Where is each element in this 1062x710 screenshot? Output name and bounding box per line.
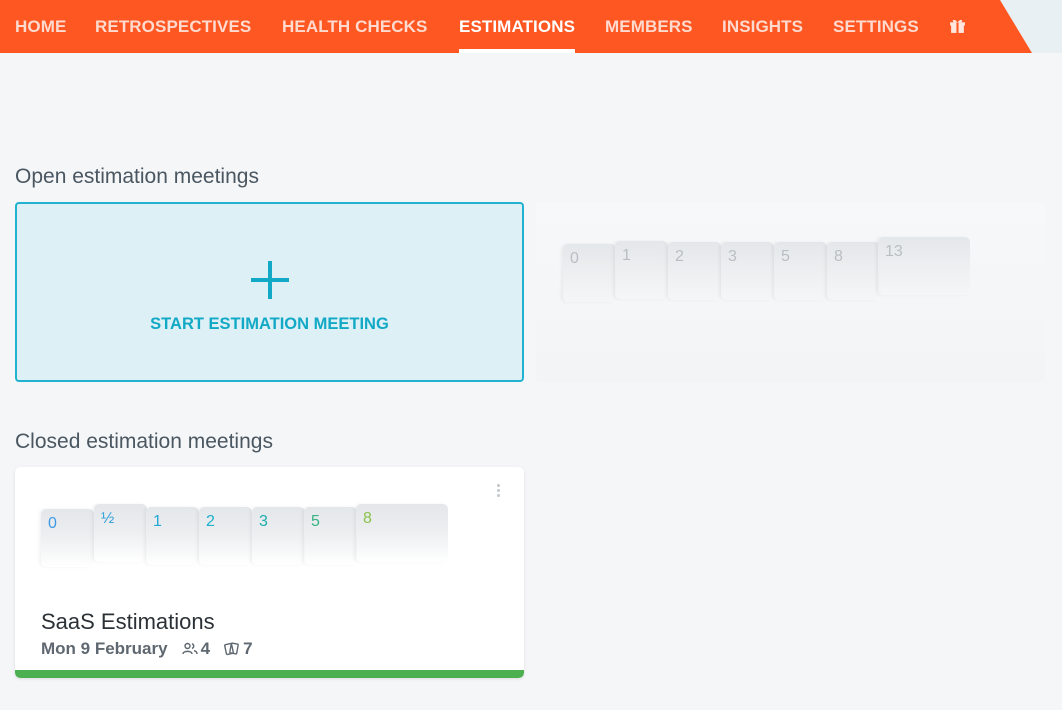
card-value: 5 (781, 248, 790, 265)
deck-card: 8 (827, 242, 880, 300)
card-value: 8 (834, 248, 843, 265)
placeholder-meeting-card: 0 1 2 3 5 8 13 (536, 202, 1045, 382)
deck-card: 2 (668, 242, 721, 300)
card-value: 13 (885, 243, 903, 260)
nav-health-checks[interactable]: HEALTH CHECKS (282, 0, 428, 53)
start-estimation-card[interactable]: START ESTIMATION MEETING (15, 202, 524, 382)
deck-card: 5 (774, 242, 827, 300)
card-value: 1 (153, 513, 162, 530)
deck-card: 2 (199, 507, 252, 565)
deck-card: 0 (41, 509, 94, 567)
participants-count-group: 4 (181, 639, 211, 659)
card-value: 2 (675, 248, 684, 265)
deck-card: 3 (721, 242, 774, 300)
card-value: 1 (622, 247, 631, 264)
meeting-date: Mon 9 February (41, 639, 168, 658)
plus-icon (251, 261, 289, 299)
main-nav: HOME RETROSPECTIVES HEALTH CHECKS ESTIMA… (0, 0, 1032, 53)
card-value: ½ (101, 510, 115, 527)
closed-meetings-heading: Closed estimation meetings (15, 430, 273, 453)
nav-members[interactable]: MEMBERS (605, 0, 693, 53)
deck-card: 13 (878, 237, 970, 295)
cards-icon (224, 642, 239, 656)
deck-card: 8 (356, 504, 448, 562)
nav-settings[interactable]: SETTINGS (833, 0, 919, 53)
cards-count-group: 7 (224, 639, 253, 659)
meeting-progress-bar (15, 670, 524, 678)
nav-retrospectives[interactable]: RETROSPECTIVES (95, 0, 251, 53)
deck-card: 1 (615, 241, 668, 299)
participants-icon (181, 642, 198, 655)
card-value: 0 (48, 515, 57, 532)
card-value: 0 (570, 250, 579, 267)
deck-card: 1 (146, 507, 199, 565)
nav-estimations[interactable]: ESTIMATIONS (459, 0, 576, 53)
gift-icon[interactable] (949, 17, 966, 34)
participants-count: 4 (200, 639, 211, 658)
open-meetings-heading: Open estimation meetings (15, 165, 259, 188)
nav-insights[interactable]: INSIGHTS (722, 0, 803, 53)
deck-card: 0 (563, 244, 616, 302)
meeting-meta: Mon 9 February 4 7 (41, 639, 253, 659)
deck-card: ½ (94, 504, 147, 562)
start-estimation-button[interactable]: START ESTIMATION MEETING (17, 315, 522, 334)
top-bar: HOME RETROSPECTIVES HEALTH CHECKS ESTIMA… (0, 0, 1062, 53)
card-value: 3 (259, 513, 268, 530)
closed-meeting-card[interactable]: 0 ½ 1 2 3 5 8 SaaS Estimations Mon 9 Feb… (15, 467, 524, 678)
more-options-icon[interactable] (496, 484, 502, 500)
deck-card: 5 (304, 507, 357, 565)
card-value: 5 (311, 513, 320, 530)
card-value: 3 (728, 248, 737, 265)
cards-count: 7 (243, 639, 253, 658)
card-value: 2 (206, 513, 215, 530)
meeting-title[interactable]: SaaS Estimations (41, 609, 215, 635)
card-value: 8 (363, 510, 372, 527)
deck-card: 3 (252, 507, 305, 565)
nav-home[interactable]: HOME (15, 0, 66, 53)
